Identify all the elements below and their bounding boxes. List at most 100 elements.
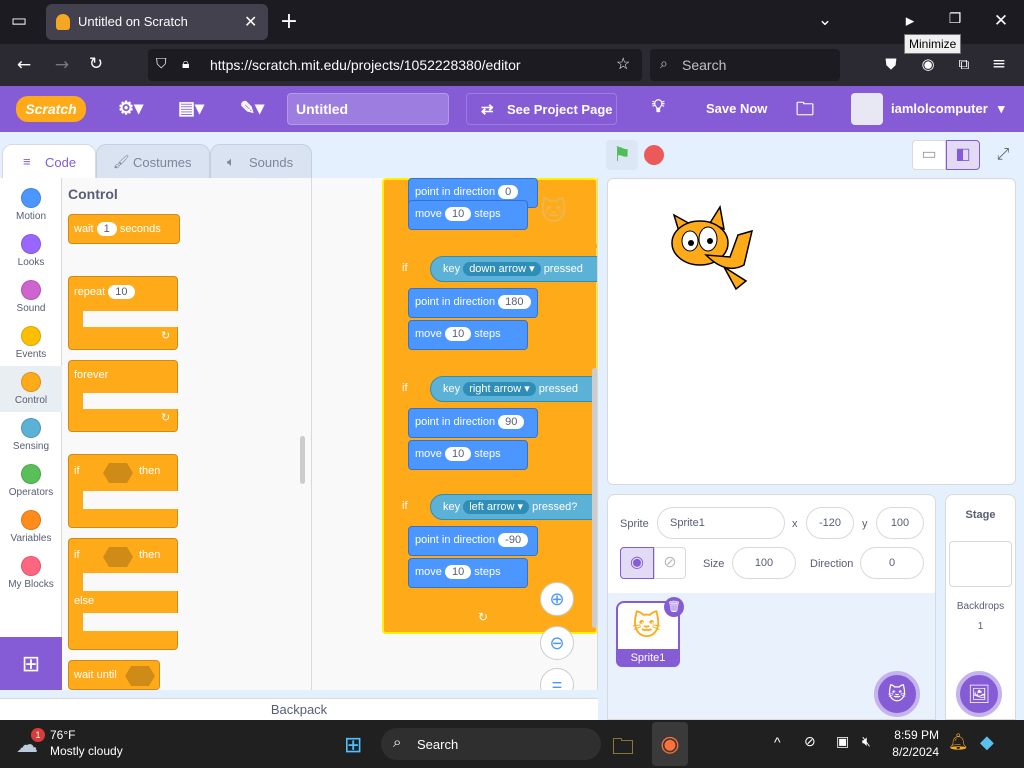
boolean-slot[interactable] [103,463,133,483]
clock-time[interactable]: 8:59 PM [893,728,939,742]
delete-sprite-icon[interactable]: 🗑︎ [664,597,684,617]
large-stage-icon[interactable]: ◧ [946,140,980,170]
chevron-down-icon[interactable]: ⌄ [814,10,836,30]
settings-gear-icon[interactable]: ⚙▾ [118,98,143,119]
shield-icon[interactable]: ⛉ [156,55,167,72]
tab-sounds[interactable]: 🔈︎ Sounds [210,144,312,180]
file-explorer-icon[interactable]: 🗀︎ [612,730,634,768]
category-operators[interactable]: Operators [0,458,62,504]
bell-icon[interactable]: 🔔︎ [948,732,968,752]
firefox-icon[interactable]: ◉ [652,722,688,766]
key-pressed-block[interactable]: key down arrow ▾ pressed [430,256,597,282]
lock-icon[interactable]: 🔒︎ [182,55,189,72]
see-project-page-button[interactable]: ⇄ See Project Page [466,93,617,125]
block-if-then[interactable]: if then [68,454,179,528]
tab-code[interactable]: ≡ Code [2,144,96,180]
file-menu-icon[interactable]: ▤▾ [178,98,204,119]
backpack-bar[interactable]: Backpack [0,698,598,720]
add-sprite-button[interactable]: 🐱︎ [874,671,920,717]
code-scrollbar[interactable] [592,368,597,628]
boolean-slot[interactable] [103,547,133,567]
avatar[interactable] [851,93,883,125]
close-window-icon[interactable]: ✕ [990,11,1012,31]
clock-date[interactable]: 8/2/2024 [885,745,939,759]
taskbar-search[interactable]: ⌕ Search [381,728,601,760]
x-input[interactable]: -120 [806,507,854,539]
category-sensing[interactable]: Sensing [0,412,62,458]
palette-scrollbar[interactable] [300,436,305,484]
url-text[interactable]: https://scratch.mit.edu/projects/1052228… [210,57,521,73]
show-sprite-eye-icon[interactable]: ◉ [620,547,654,579]
block-input[interactable]: 90 [498,415,525,429]
browser-tab[interactable]: Untitled on Scratch ✕ [46,4,268,40]
fullscreen-icon[interactable]: ⤢ [986,140,1020,170]
block-input[interactable]: 0 [498,185,519,199]
small-stage-icon[interactable]: ▭ [912,140,946,170]
pocket-icon[interactable]: ⛊ [880,55,902,73]
zoom-out-button[interactable]: ⊖ [540,626,574,660]
block-input[interactable]: 1 [96,222,117,236]
block-repeat[interactable]: repeat 10 ↻ [68,276,179,350]
tab-costumes[interactable]: 🖌︎ Costumes [96,144,210,180]
reload-icon[interactable]: ↻ [84,54,108,74]
y-input[interactable]: 100 [876,507,924,539]
block-input[interactable]: 10 [444,447,472,461]
url-bar[interactable]: ⛉ 🔒︎ https://scratch.mit.edu/projects/10… [148,49,642,81]
tab-list-icon[interactable]: ▭ [8,11,30,31]
copilot-icon[interactable]: ◆ [980,732,994,753]
block-input[interactable]: 10 [444,327,472,341]
restore-icon[interactable]: ❐ [944,11,966,27]
key-pressed-block[interactable]: key right arrow ▾ pressed [430,376,597,402]
scratch-logo[interactable]: Scratch [16,96,86,122]
project-title-input[interactable]: Untitled [287,93,449,125]
block-input[interactable]: 10 [444,565,472,579]
block-input[interactable]: 10 [108,285,135,299]
sprite-thumbnail[interactable]: 🐱︎ Sprite1 🗑︎ [616,597,684,667]
block-wait-until[interactable]: wait until [68,660,160,690]
size-input[interactable]: 100 [732,547,796,579]
stop-icon[interactable] [644,145,664,165]
weather-desc[interactable]: Mostly cloudy [50,744,123,758]
category-looks[interactable]: Looks [0,228,62,274]
search-bar[interactable]: ⌕ Search [650,49,840,81]
block-input[interactable]: 180 [498,295,531,309]
green-flag-icon[interactable]: ⚑ [606,140,638,170]
username[interactable]: iamlolcomputer [891,101,988,116]
category-motion[interactable]: Motion [0,182,62,228]
zoom-in-button[interactable]: ⊕ [540,582,574,616]
tutorials-lightbulb-icon[interactable]: 💡︎ [652,96,665,117]
direction-input[interactable]: 0 [860,547,924,579]
add-extension-button[interactable]: ⊞ [0,637,62,690]
back-icon[interactable]: ← [12,55,36,75]
cat-sprite[interactable] [666,205,758,291]
windows-start-icon[interactable]: ⊞ [344,732,362,758]
forward-icon[interactable]: → [50,55,74,75]
sprite-name-input[interactable]: Sprite1 [657,507,785,539]
key-pressed-block[interactable]: key left arrow ▾ pressed? [430,494,597,520]
move-steps-block[interactable]: move 10 steps [408,200,528,230]
edit-menu-icon[interactable]: ✎▾ [240,98,264,119]
weather-temp[interactable]: 76°F [50,728,75,742]
category-events[interactable]: Events [0,320,62,366]
block-input[interactable]: -90 [498,533,529,547]
bookmark-star-icon[interactable]: ☆ [616,54,630,74]
hide-sprite-eye-icon[interactable]: ⊘ [654,547,686,579]
block-input[interactable]: 10 [444,207,472,221]
account-icon[interactable]: ◉ [917,55,939,73]
minimize-icon[interactable]: ▸ [899,11,921,31]
chevron-up-icon[interactable]: ^ [774,734,781,750]
menu-icon[interactable]: ≡ [988,54,1010,74]
point-in-direction-block[interactable]: point in direction 90 [408,408,538,438]
block-forever[interactable]: forever ↻ [68,360,179,432]
new-tab-icon[interactable]: + [278,9,300,34]
move-steps-block[interactable]: move 10 steps [408,440,528,470]
boolean-slot[interactable] [125,666,155,686]
move-steps-block[interactable]: move 10 steps [408,558,528,588]
block-wait[interactable]: wait 1 seconds [68,214,180,244]
my-stuff-folder-icon[interactable]: 🗀︎ [796,97,814,127]
category-my-blocks[interactable]: My Blocks [0,550,62,596]
key-dropdown[interactable]: right arrow ▾ [463,382,536,396]
block-if-else[interactable]: if then else [68,538,179,650]
save-now-button[interactable]: Save Now [706,101,767,116]
network-icon[interactable]: ⊘ [804,733,816,750]
